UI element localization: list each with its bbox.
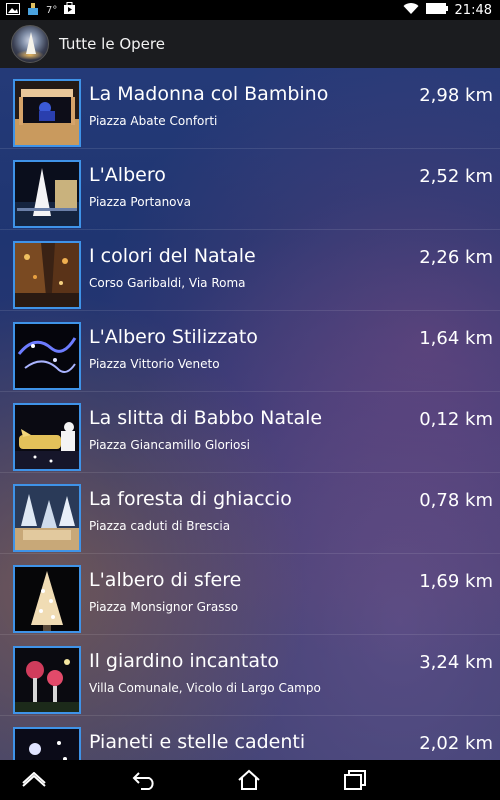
thumbnail-image bbox=[13, 727, 81, 760]
item-distance: 0,12 km bbox=[419, 409, 493, 430]
item-distance: 1,64 km bbox=[419, 328, 493, 349]
list-item[interactable]: I colori del Natale Corso Garibaldi, Via… bbox=[0, 230, 500, 311]
thumbnail-image bbox=[13, 565, 81, 633]
item-distance: 3,24 km bbox=[419, 652, 493, 673]
item-address: Piazza Portanova bbox=[89, 195, 191, 209]
home-up-icon[interactable] bbox=[4, 760, 64, 800]
item-distance: 0,78 km bbox=[419, 490, 493, 511]
item-address: Corso Garibaldi, Via Roma bbox=[89, 276, 246, 290]
home-icon[interactable] bbox=[219, 760, 279, 800]
item-distance: 1,69 km bbox=[419, 571, 493, 592]
action-bar: Tutte le Opere bbox=[0, 20, 500, 68]
battery-icon bbox=[425, 3, 448, 17]
item-address: Piazza Monsignor Grasso bbox=[89, 600, 239, 614]
item-distance: 2,02 km bbox=[419, 733, 493, 754]
item-distance: 2,52 km bbox=[419, 166, 493, 187]
status-right: 21:48 bbox=[403, 2, 492, 18]
cleaner-icon bbox=[26, 2, 40, 19]
back-icon[interactable] bbox=[114, 760, 174, 800]
thumbnail-image bbox=[13, 403, 81, 471]
item-title: I colori del Natale bbox=[89, 245, 256, 267]
item-address: Villa Comunale, Vicolo di Largo Campo bbox=[89, 681, 321, 695]
list-item[interactable]: La Madonna col Bambino Piazza Abate Conf… bbox=[0, 68, 500, 149]
app-logo-icon[interactable] bbox=[11, 25, 49, 63]
navigation-bar bbox=[0, 760, 500, 800]
item-title: La Madonna col Bambino bbox=[89, 83, 329, 105]
item-title: Pianeti e stelle cadenti bbox=[89, 731, 306, 753]
item-title: L'Albero bbox=[89, 164, 166, 186]
screen: 7° 21:48 Tutte le Opere La Madonna col B… bbox=[0, 0, 500, 800]
status-bar: 7° 21:48 bbox=[0, 0, 500, 20]
list-item[interactable]: La slitta di Babbo Natale Piazza Giancam… bbox=[0, 392, 500, 473]
item-title: L'albero di sfere bbox=[89, 569, 242, 591]
list-item[interactable]: L'albero di sfere Piazza Monsignor Grass… bbox=[0, 554, 500, 635]
recent-apps-icon[interactable] bbox=[325, 760, 385, 800]
item-address: Piazza Vittorio Veneto bbox=[89, 357, 220, 371]
list-item[interactable]: L'Albero Stilizzato Piazza Vittorio Vene… bbox=[0, 311, 500, 392]
item-title: L'Albero Stilizzato bbox=[89, 326, 258, 348]
list-item[interactable]: L'Albero Piazza Portanova 2,52 km bbox=[0, 149, 500, 230]
item-title: Il giardino incantato bbox=[89, 650, 280, 672]
item-address: Piazza Giancamillo Gloriosi bbox=[89, 438, 250, 452]
wifi-icon bbox=[403, 2, 419, 18]
status-left: 7° bbox=[6, 2, 76, 18]
bag-icon bbox=[63, 2, 76, 18]
item-distance: 2,26 km bbox=[419, 247, 493, 268]
thumbnail-image bbox=[13, 241, 81, 309]
works-list[interactable]: La Madonna col Bambino Piazza Abate Conf… bbox=[0, 68, 500, 760]
item-address: Piazza caduti di Brescia bbox=[89, 519, 231, 533]
list-item[interactable]: Il giardino incantato Villa Comunale, Vi… bbox=[0, 635, 500, 716]
item-title: La foresta di ghiaccio bbox=[89, 488, 292, 510]
thumbnail-image bbox=[13, 79, 81, 147]
item-address: Piazza Abate Conforti bbox=[89, 114, 218, 128]
temperature-text: 7° bbox=[46, 4, 58, 16]
image-icon bbox=[6, 2, 20, 18]
thumbnail-image bbox=[13, 322, 81, 390]
thumbnail-image bbox=[13, 646, 81, 714]
thumbnail-image bbox=[13, 160, 81, 228]
list-item[interactable]: La foresta di ghiaccio Piazza caduti di … bbox=[0, 473, 500, 554]
thumbnail-image bbox=[13, 484, 81, 552]
item-distance: 2,98 km bbox=[419, 85, 493, 106]
clock: 21:48 bbox=[454, 2, 492, 18]
item-title: La slitta di Babbo Natale bbox=[89, 407, 323, 429]
list-item[interactable]: Pianeti e stelle cadenti 2,02 km bbox=[0, 716, 500, 760]
page-title: Tutte le Opere bbox=[59, 35, 165, 53]
